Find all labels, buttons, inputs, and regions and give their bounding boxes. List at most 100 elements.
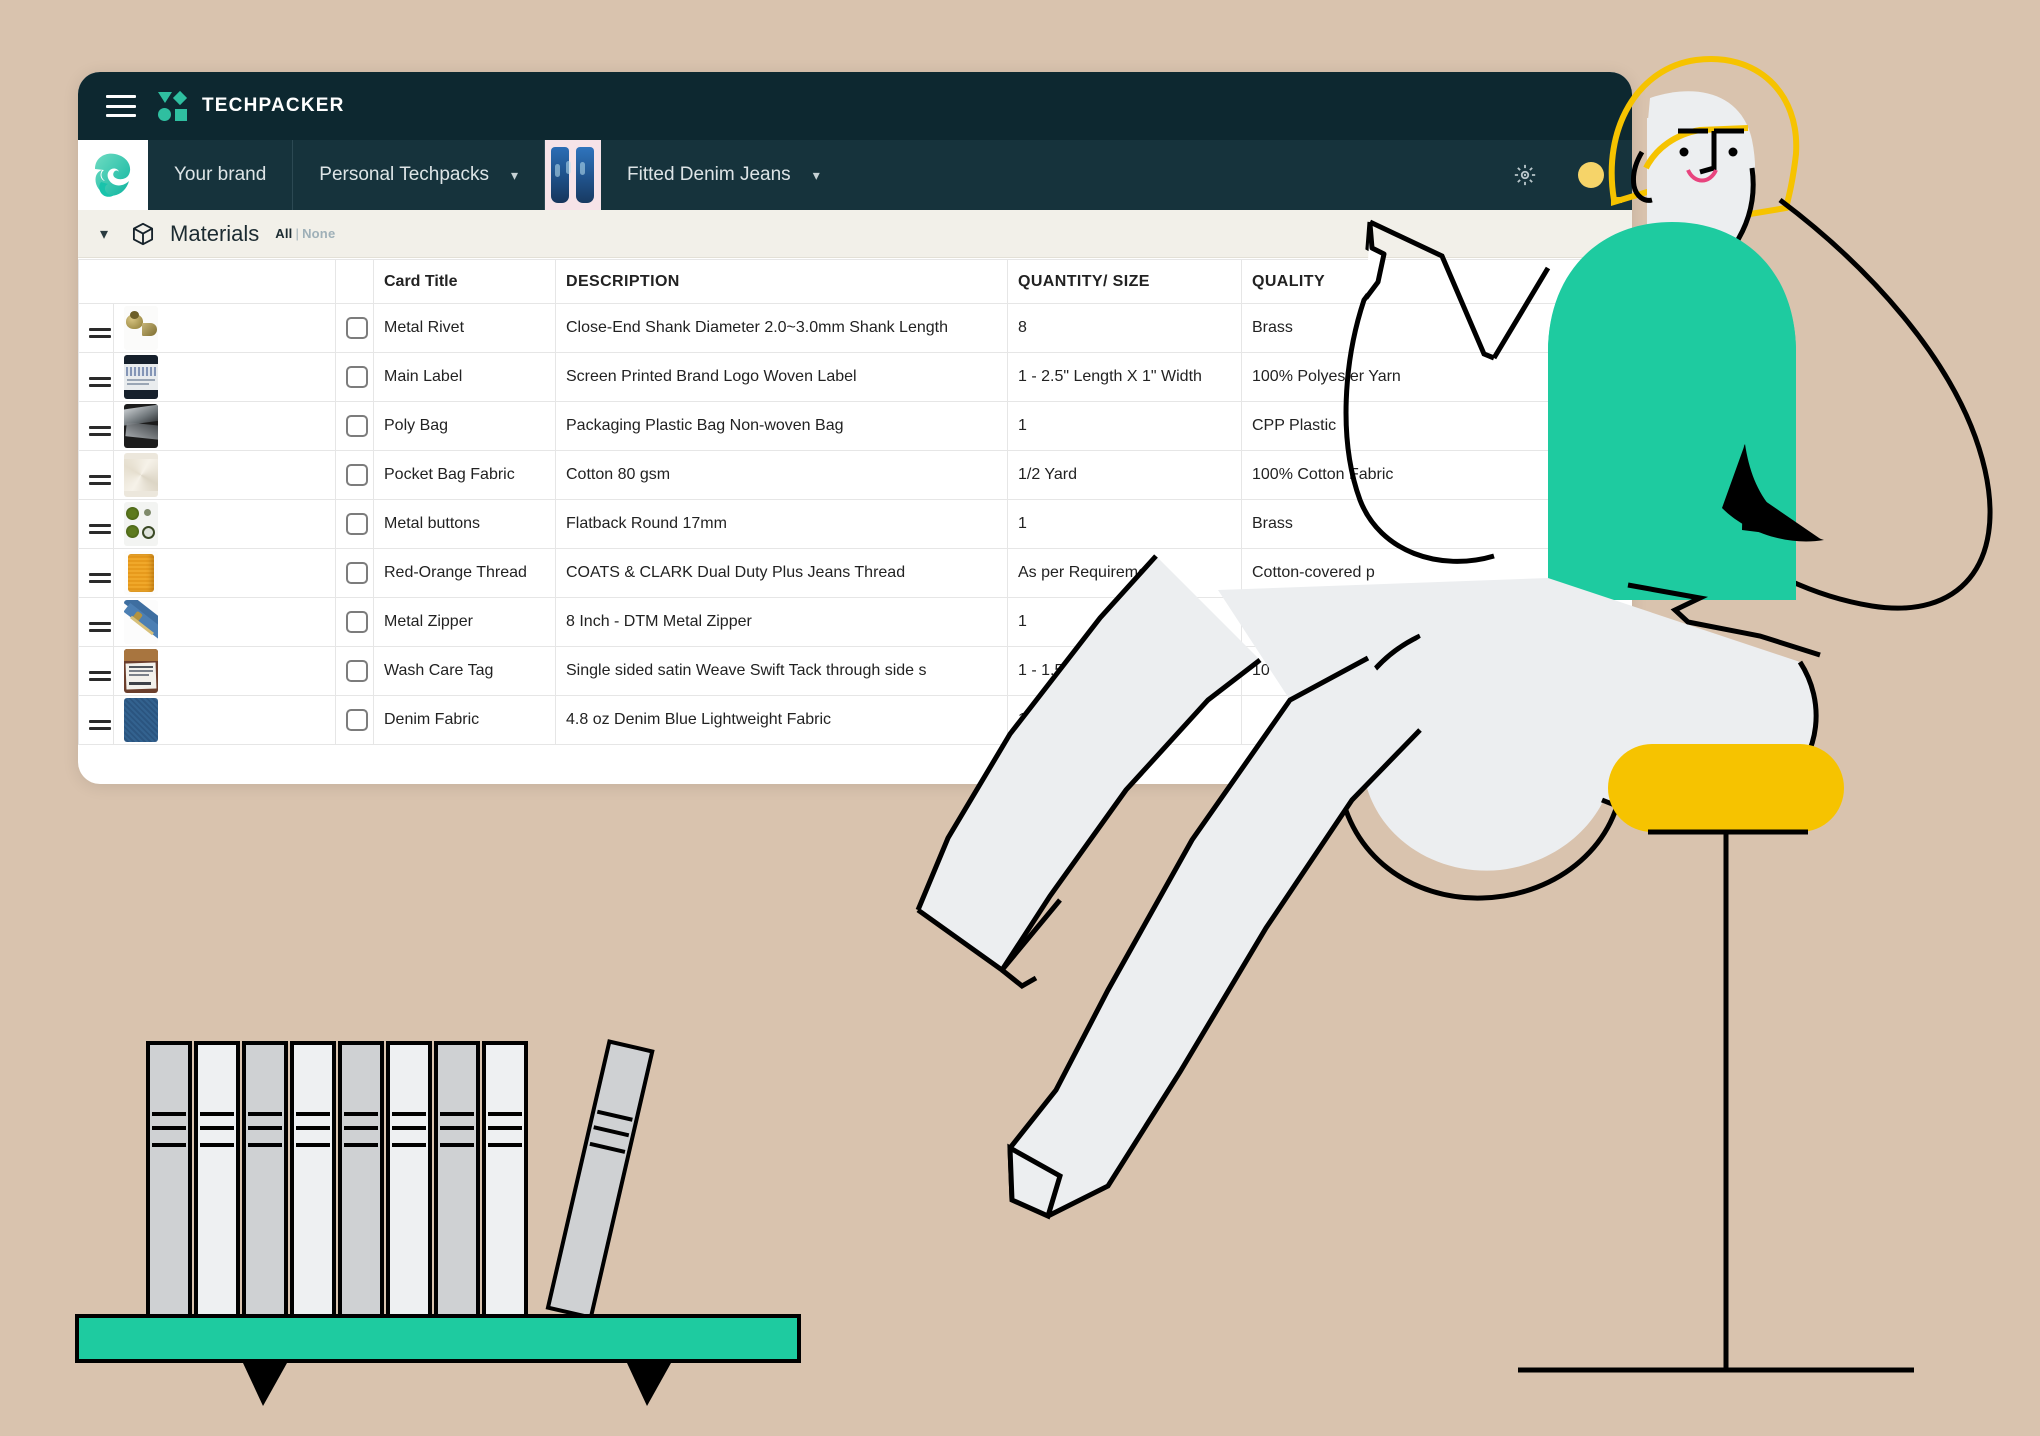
hamburger-icon[interactable] (106, 95, 136, 117)
app-window: TECHPACKER Your brand Personal Techpacks… (78, 72, 1632, 784)
row-checkbox[interactable] (346, 366, 368, 388)
drag-handle-icon[interactable] (89, 524, 111, 534)
table-row: Main Label Screen Printed Brand Logo Wove… (78, 352, 1632, 402)
drag-handle-icon[interactable] (89, 377, 111, 387)
cell-card-title[interactable]: Denim Fabric (373, 695, 556, 745)
poly-bag-thumbnail (124, 404, 158, 448)
row-checkbox-cell (335, 352, 374, 402)
row-checkbox-cell (335, 597, 374, 647)
header-quality[interactable]: QUALITY (1241, 259, 1632, 304)
chevron-down-icon: ▾ (510, 166, 518, 183)
row-checkbox[interactable] (346, 415, 368, 437)
cell-quality[interactable]: Cotton-covered p (1241, 548, 1632, 598)
chevron-down-icon[interactable]: ▾ (100, 224, 108, 244)
drag-handle-icon[interactable] (89, 328, 111, 338)
cell-quality[interactable]: Brass (1241, 499, 1632, 549)
breadcrumb-techpack[interactable]: Fitted Denim Jeans ▾ (601, 140, 846, 210)
page-title: Materials (170, 220, 260, 246)
cell-quantity-size[interactable]: 1 (1007, 597, 1242, 647)
select-none-link[interactable]: None (302, 226, 335, 241)
cell-card-title[interactable]: Poly Bag (373, 401, 556, 451)
header-description[interactable]: DESCRIPTION (555, 259, 1008, 304)
cell-card-title[interactable]: Wash Care Tag (373, 646, 556, 696)
drag-handle-icon[interactable] (89, 475, 111, 485)
row-checkbox[interactable] (346, 513, 368, 535)
row-thumbnail-cell (113, 597, 336, 647)
cell-quantity-size[interactable]: 8 (1007, 303, 1242, 353)
cell-quality[interactable]: 100% Cotton Fabric (1241, 450, 1632, 500)
metal-zipper-thumbnail (124, 600, 158, 644)
cell-description[interactable]: Cotton 80 gsm (555, 450, 1008, 500)
row-checkbox-cell (335, 499, 374, 549)
table-row: Poly Bag Packaging Plastic Bag Non-woven … (78, 401, 1632, 451)
cell-description[interactable]: Single sided satin Weave Swift Tack thro… (555, 646, 1008, 696)
cell-card-title[interactable]: Pocket Bag Fabric (373, 450, 556, 500)
cell-description[interactable]: 8 Inch - DTM Metal Zipper (555, 597, 1008, 647)
breadcrumb-collection[interactable]: Personal Techpacks ▾ (293, 140, 545, 210)
materials-table: Card Title DESCRIPTION QUANTITY/ SIZE QU… (78, 259, 1632, 745)
cell-quality[interactable] (1241, 695, 1632, 745)
breadcrumb-techpack-label: Fitted Denim Jeans (627, 164, 791, 185)
cell-quantity-size[interactable]: 1 (1007, 499, 1242, 549)
drag-handle-cell (78, 352, 114, 402)
chameleon-logo-icon[interactable] (78, 140, 148, 210)
header-quantity-size[interactable]: QUANTITY/ SIZE (1007, 259, 1242, 304)
breadcrumb-brand-label: Your brand (174, 164, 267, 185)
cell-quality[interactable]: 8" Brass (1241, 597, 1632, 647)
table-header-row: Card Title DESCRIPTION QUANTITY/ SIZE QU… (78, 259, 1632, 304)
wash-care-tag-thumbnail (124, 649, 158, 693)
drag-handle-icon[interactable] (89, 720, 111, 730)
red-orange-thread-thumbnail (124, 551, 158, 595)
cell-description[interactable]: Screen Printed Brand Logo Woven Label (555, 352, 1008, 402)
breadcrumb-brand[interactable]: Your brand (148, 140, 294, 210)
cell-description[interactable]: Flatback Round 17mm (555, 499, 1008, 549)
cell-quantity-size[interactable]: 1 - 2.5" Length X 1" Width (1007, 352, 1242, 402)
row-checkbox[interactable] (346, 464, 368, 486)
select-all-link[interactable]: All (275, 226, 292, 241)
cell-description[interactable]: COATS & CLARK Dual Duty Plus Jeans Threa… (555, 548, 1008, 598)
metal-buttons-thumbnail (124, 502, 158, 546)
row-checkbox-cell (335, 646, 374, 696)
cell-card-title[interactable]: Main Label (373, 352, 556, 402)
cell-quality[interactable]: CPP Plastic (1241, 401, 1632, 451)
drag-handle-icon[interactable] (89, 671, 111, 681)
app-topbar: TECHPACKER (78, 72, 1632, 140)
row-checkbox[interactable] (346, 611, 368, 633)
table-row: Metal Rivet Close-End Shank Diameter 2.0~… (78, 303, 1632, 353)
materials-table-wrap[interactable]: Card Title DESCRIPTION QUANTITY/ SIZE QU… (78, 259, 1632, 745)
table-row: Metal buttons Flatback Round 17mm 1 Brass (78, 499, 1632, 549)
row-checkbox-cell (335, 401, 374, 451)
cell-card-title[interactable]: Metal Zipper (373, 597, 556, 647)
cell-quantity-size[interactable]: 1 1/2" (1007, 695, 1242, 745)
drag-handle-cell (78, 450, 114, 500)
row-checkbox[interactable] (346, 709, 368, 731)
cell-quantity-size[interactable]: 1 (1007, 401, 1242, 451)
row-checkbox[interactable] (346, 562, 368, 584)
cell-card-title[interactable]: Metal buttons (373, 499, 556, 549)
cell-quality[interactable]: 100% Polyester Yarn (1241, 352, 1632, 402)
cell-quantity-size[interactable]: 1 - 1.5" Width X 4" Length (1007, 646, 1242, 696)
header-checkbox (335, 259, 374, 304)
row-checkbox[interactable] (346, 660, 368, 682)
header-thumb (78, 259, 336, 304)
main-label-thumbnail (124, 355, 158, 399)
drag-handle-icon[interactable] (89, 573, 111, 583)
cell-quality[interactable]: 10 (1241, 646, 1632, 696)
row-checkbox-cell (335, 548, 374, 598)
drag-handle-icon[interactable] (89, 622, 111, 632)
row-thumbnail-cell (113, 401, 336, 451)
user-avatar-dot[interactable] (1578, 162, 1604, 188)
cell-description[interactable]: 4.8 oz Denim Blue Lightweight Fabric (555, 695, 1008, 745)
brand-name: TECHPACKER (202, 95, 345, 116)
cell-quantity-size[interactable]: 1/2 Yard (1007, 450, 1242, 500)
cell-card-title[interactable]: Metal Rivet (373, 303, 556, 353)
drag-handle-icon[interactable] (89, 426, 111, 436)
cell-description[interactable]: Close-End Shank Diameter 2.0~3.0mm Shank… (555, 303, 1008, 353)
cell-card-title[interactable]: Red-Orange Thread (373, 548, 556, 598)
header-card-title[interactable]: Card Title (373, 259, 556, 304)
gear-icon[interactable] (1512, 162, 1538, 188)
row-checkbox[interactable] (346, 317, 368, 339)
cell-quantity-size[interactable]: As per Requirement (1007, 548, 1242, 598)
cell-description[interactable]: Packaging Plastic Bag Non-woven Bag (555, 401, 1008, 451)
cell-quality[interactable]: Brass (1241, 303, 1632, 353)
